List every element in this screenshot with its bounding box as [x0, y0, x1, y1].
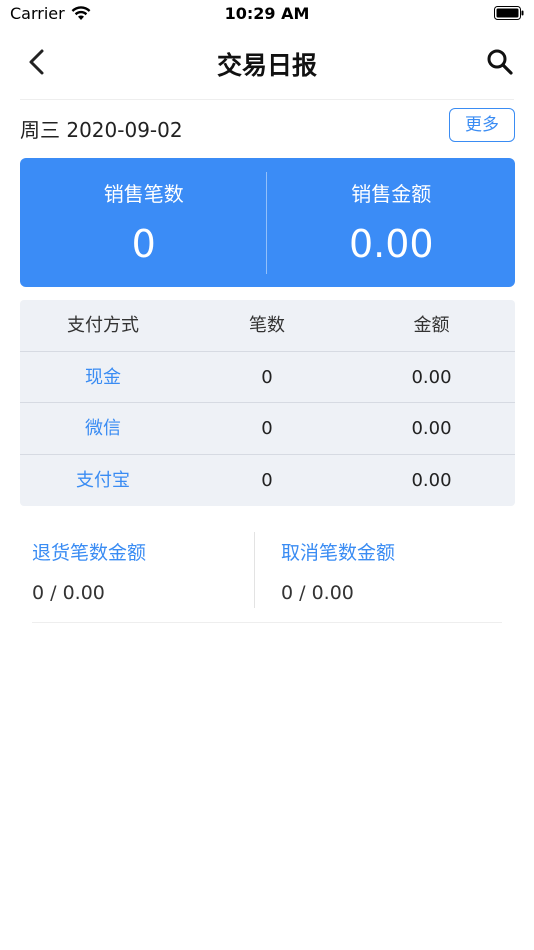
cell-count: 0	[261, 418, 273, 439]
cell-amount: 0.00	[411, 366, 452, 388]
header-amount: 金额	[413, 315, 450, 336]
sales-count-value: 0	[131, 222, 156, 266]
table-row: 现金 0 0.00	[20, 352, 515, 403]
cancel-label: 取消笔数金额	[281, 542, 396, 564]
status-bar: Carrier 10:29 AM	[0, 0, 534, 28]
refund-block[interactable]: 退货笔数金额 0 / 0.00	[32, 530, 252, 610]
cell-count: 0	[261, 469, 273, 491]
method-cash[interactable]: 现金	[20, 352, 186, 403]
date-row: 周三 2020-09-02 更多	[20, 108, 515, 144]
sales-amount-value: 0.00	[348, 222, 434, 266]
cell-count: 0	[261, 366, 273, 388]
refund-cancel-stats: 退货笔数金额 0 / 0.00 取消笔数金额 0 / 0.00	[32, 530, 502, 622]
table-row: 支付宝 0 0.00	[20, 455, 515, 507]
sales-amount-block: 销售金额 0.00	[268, 158, 516, 287]
refund-label: 退货笔数金额	[32, 542, 147, 564]
status-time: 10:29 AM	[224, 4, 310, 23]
table-row: 微信 0 0.00	[20, 403, 515, 455]
sales-count-label: 销售笔数	[103, 182, 184, 206]
more-button[interactable]: 更多	[449, 108, 515, 142]
sales-amount-label: 销售金额	[351, 182, 432, 206]
payment-method-table: 支付方式 笔数 金额 现金 0 0.00 微信 0 0.00 支付宝 0 0.0…	[20, 300, 515, 506]
stats-divider	[254, 532, 255, 608]
cell-amount: 0.00	[411, 469, 452, 491]
cancel-block[interactable]: 取消笔数金额 0 / 0.00	[281, 530, 501, 610]
cell-amount: 0.00	[411, 418, 452, 439]
battery-icon	[494, 6, 524, 20]
stats-bottom-divider	[32, 622, 502, 623]
search-icon[interactable]	[484, 46, 516, 78]
daily-report-screen: Carrier 10:29 AM 交易日报 周三 2020-09-02 更多 销…	[0, 0, 534, 950]
header-count: 笔数	[249, 315, 285, 336]
refund-value: 0 / 0.00	[32, 582, 105, 604]
sales-count-block: 销售笔数 0	[20, 158, 268, 287]
method-wechat[interactable]: 微信	[20, 403, 186, 454]
method-alipay[interactable]: 支付宝	[20, 455, 186, 506]
cancel-value: 0 / 0.00	[281, 582, 354, 604]
sales-summary-card: 销售笔数 0 销售金额 0.00	[20, 158, 515, 287]
page-title: 交易日报	[216, 51, 317, 80]
report-date: 周三 2020-09-02	[20, 118, 183, 142]
navigation-bar: 交易日报	[0, 28, 534, 98]
table-header-row: 支付方式 笔数 金额	[20, 300, 515, 352]
nav-divider	[20, 99, 514, 100]
header-method: 支付方式	[67, 315, 139, 336]
